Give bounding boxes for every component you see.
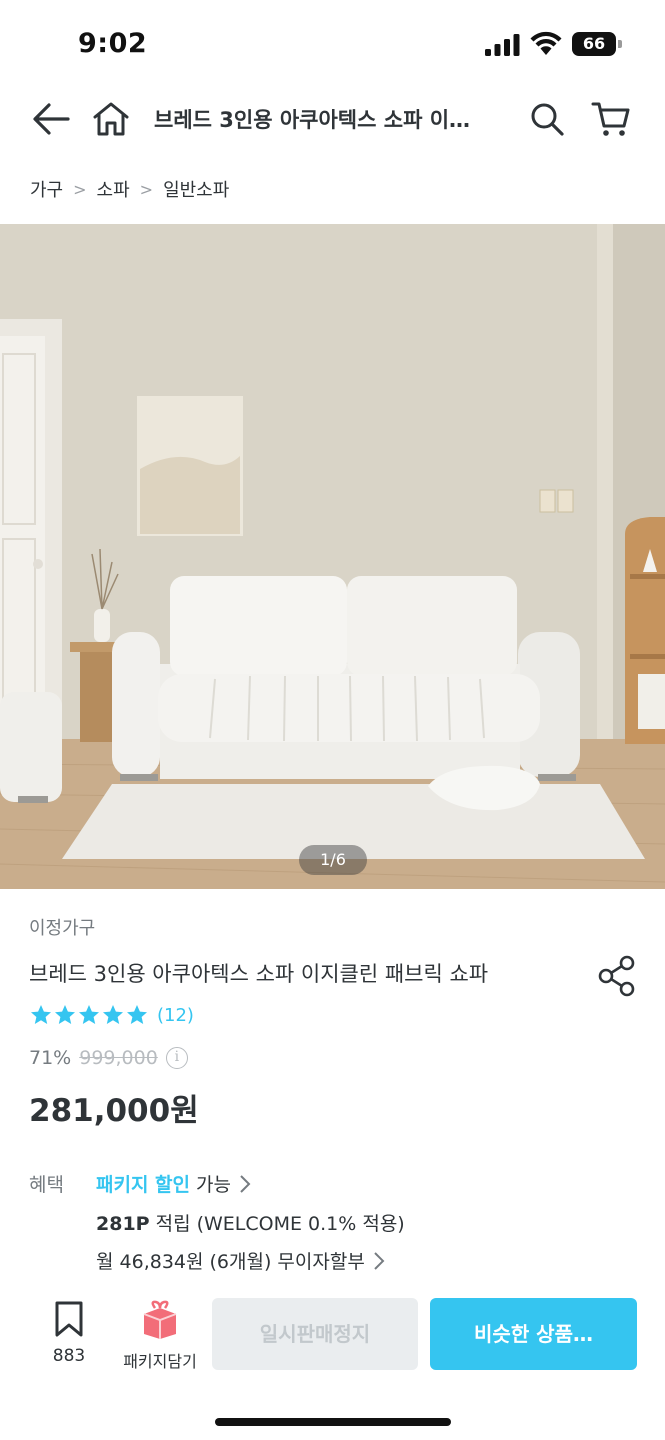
star-icon [55,1005,75,1024]
original-price: 999,000 [79,1047,158,1069]
points-info: 281P 적립 (WELCOME 0.1% 적용) [96,1209,405,1236]
image-counter: 1/6 [299,845,367,875]
chevron-right-icon [374,1251,385,1270]
rating[interactable]: (12) [29,1003,194,1027]
package-discount-label: 패키지 할인 [96,1174,191,1196]
home-indicator [215,1418,451,1426]
home-button[interactable] [90,98,132,140]
star-rating [29,1003,149,1027]
points-amount: 281P [96,1213,150,1235]
chevron-right-icon: > [73,179,87,199]
bookmark-icon [55,1301,83,1337]
chevron-right-icon: > [139,179,154,199]
battery-cap [618,40,622,48]
points-text: 적립 (WELCOME 0.1% 적용) [155,1213,405,1235]
bookmark-button[interactable]: 883 [40,1300,98,1366]
benefit-label: 혜택 [29,1174,64,1196]
add-to-package-button[interactable]: 패키지담기 [114,1300,206,1372]
product-photo [0,224,665,889]
discount-rate: 71% [29,1047,72,1069]
home-icon [93,102,129,136]
sold-out-button[interactable]: 일시판매정지 [212,1298,418,1370]
add-to-package-label: 패키지담기 [123,1352,197,1371]
product-title: 브레드 3인용 아쿠아텍스 소파 이지클린 패브릭 쇼파 [29,962,489,986]
discount-row: 71% 999,000 i [29,1047,188,1069]
breadcrumb-item-regular-sofa[interactable]: 일반소파 [163,176,229,202]
status-time: 9:02 [78,28,148,59]
sale-price: 281,000원 [29,1093,199,1129]
package-box-icon [143,1300,177,1339]
info-icon[interactable]: i [165,1047,188,1069]
brand-name[interactable]: 이정가구 [29,914,95,940]
similar-products-button[interactable]: 비슷한 상품… [430,1298,637,1370]
top-nav: 브레드 3인용 아쿠아텍스 소파 이… [0,88,665,150]
star-icon [31,1005,51,1024]
breadcrumb: 가구 > 소파 > 일반소파 [30,176,229,202]
status-bar: 9:02 66 [0,0,665,88]
star-icon [79,1005,99,1024]
chevron-right-icon [240,1174,251,1193]
product-image-gallery[interactable] [0,224,665,889]
share-icon [598,955,635,997]
installment-text: 월 46,834원 (6개월) 무이자할부 [96,1251,365,1273]
cart-icon [591,102,630,136]
cellular-signal-icon [485,34,520,56]
bookmark-count: 883 [52,1346,86,1366]
back-arrow-icon [33,103,70,135]
star-icon [103,1005,123,1024]
bottom-action-bar: 883 패키지담기 일시판매정지 비슷한 상품… [0,1290,665,1440]
back-button[interactable] [30,98,72,140]
breadcrumb-item-furniture[interactable]: 가구 [30,176,63,202]
battery-level: 66 [572,32,616,56]
star-icon [127,1005,147,1024]
installment-link[interactable]: 월 46,834원 (6개월) 무이자할부 [96,1247,385,1274]
battery-icon: 66 [572,32,622,56]
breadcrumb-item-sofa[interactable]: 소파 [97,176,130,202]
search-icon [531,103,564,136]
review-count[interactable]: (12) [157,1005,194,1026]
package-discount-suffix: 가능 [196,1174,231,1196]
package-discount-link[interactable]: 패키지 할인 가능 [96,1170,251,1197]
header-title: 브레드 3인용 아쿠아텍스 소파 이… [154,108,471,132]
share-button[interactable] [596,954,638,998]
wifi-icon [530,31,562,55]
cart-button[interactable] [590,98,632,140]
search-button[interactable] [526,98,568,140]
